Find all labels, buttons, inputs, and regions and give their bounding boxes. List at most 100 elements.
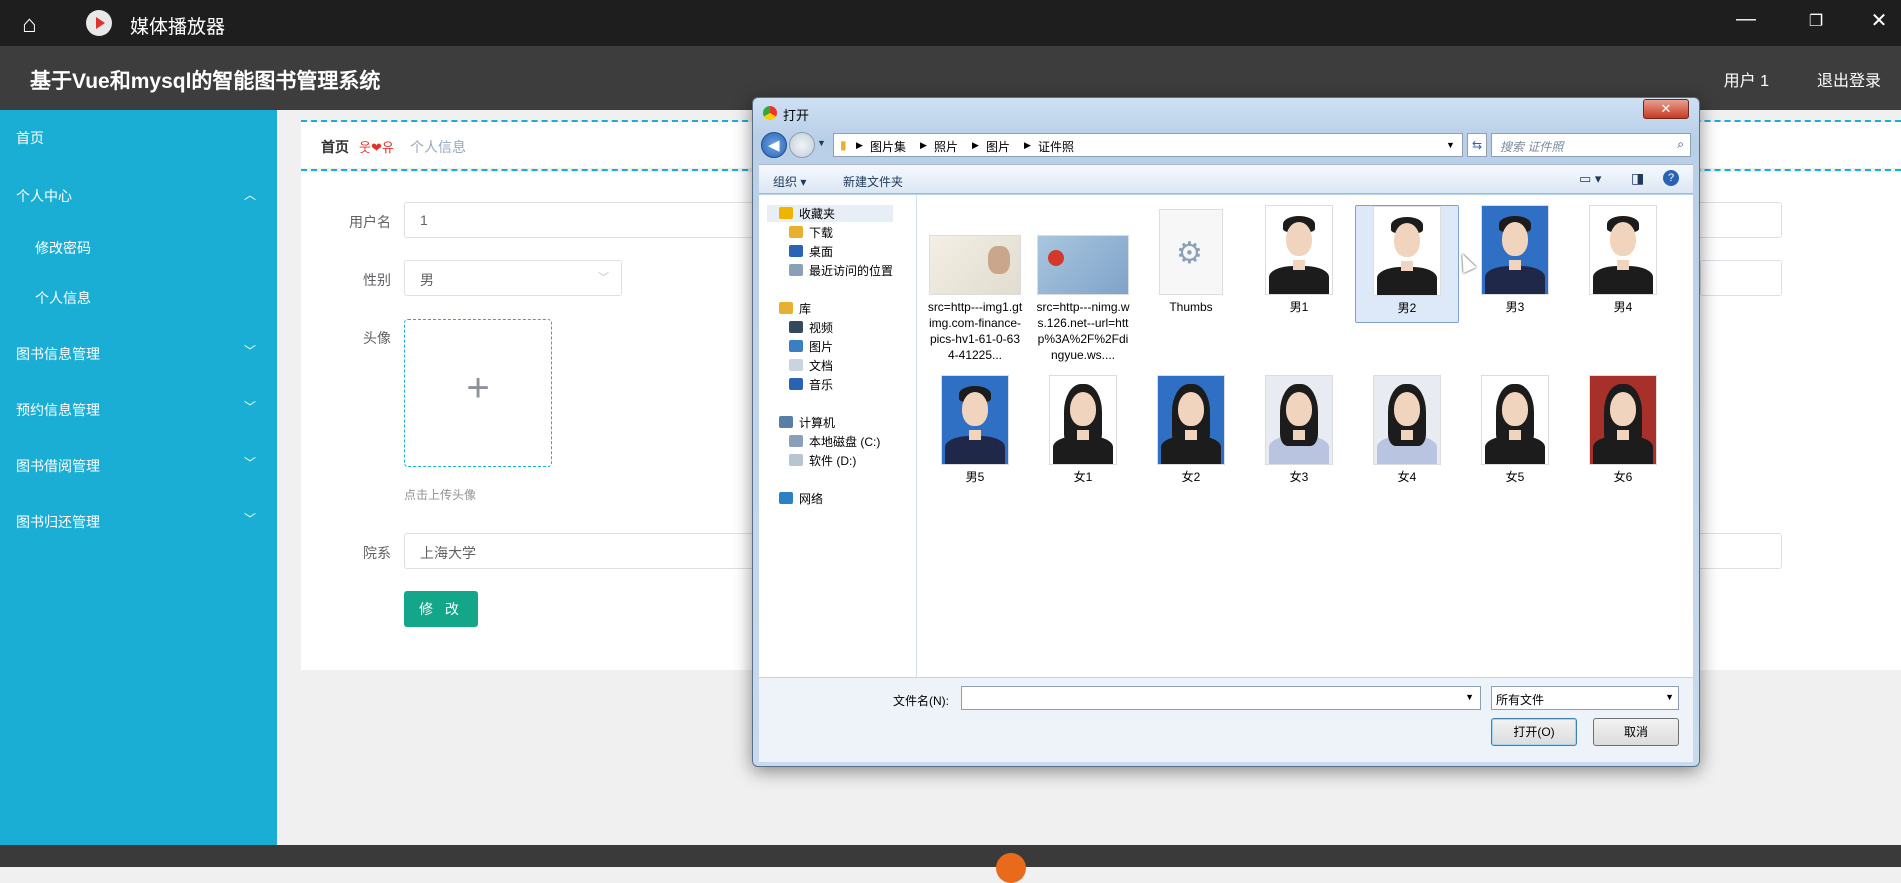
back-button[interactable]: ◀ [761, 132, 787, 158]
breadcrumb-home[interactable]: 首页 [321, 137, 349, 157]
tree-item[interactable]: 图片 [789, 338, 833, 355]
open-button[interactable]: 打开(O) [1491, 718, 1577, 746]
play-progress-knob[interactable] [996, 853, 1026, 883]
chevron-down-icon[interactable]: ▼ [1465, 692, 1474, 702]
chevron-down-icon[interactable]: ﹀ [244, 398, 256, 415]
tree-item[interactable]: 软件 (D:) [789, 452, 856, 469]
tree-item-label: 收藏夹 [799, 207, 836, 221]
tree-item[interactable]: 计算机 [779, 414, 835, 431]
portrait-thumbnail [1589, 205, 1657, 295]
view-options-icon[interactable]: ▭ ▾ [1579, 171, 1601, 187]
sidebar-item-home[interactable]: 首页 [16, 128, 44, 148]
path-segment[interactable]: 证件照 [1038, 138, 1074, 155]
file-name: 男2 [1397, 301, 1417, 315]
portrait-thumbnail [1049, 375, 1117, 465]
sidebar-item-personal-info[interactable]: 个人信息 [35, 288, 91, 308]
sidebar-item-borrow[interactable]: 图书借阅管理 [16, 456, 100, 476]
file-item[interactable]: 女2 [1143, 375, 1239, 485]
chevron-down-icon[interactable]: ▼ [1446, 140, 1455, 150]
tree-item-label: 下载 [809, 226, 834, 240]
help-icon[interactable]: ? [1663, 170, 1679, 186]
breadcrumb-separator: 웃❤유 [359, 140, 394, 155]
filetype-select[interactable]: 所有文件 ▼ [1491, 686, 1679, 710]
chevron-down-icon[interactable]: ﹀ [244, 510, 256, 527]
tree-item[interactable]: 本地磁盘 (C:) [789, 433, 880, 450]
chevron-down-icon[interactable]: ﹀ [244, 454, 256, 471]
gender-value: 男 [420, 272, 434, 288]
sidebar-item-personal-center[interactable]: 个人中心 [16, 186, 72, 206]
sidebar-item-book-info[interactable]: 图书信息管理 [16, 344, 100, 364]
filename-input[interactable]: ▼ [961, 686, 1481, 710]
home-icon[interactable]: ⌂ [22, 11, 37, 39]
tree-item[interactable]: 文档 [789, 357, 833, 374]
computer-icon [779, 416, 793, 428]
restore-icon[interactable]: ❐ [1801, 11, 1831, 31]
tree-item-label: 最近访问的位置 [809, 264, 894, 278]
portrait-thumbnail [1265, 205, 1333, 295]
search-input[interactable]: 搜索 证件照 ⌕ [1491, 133, 1691, 157]
chevron-down-icon: ▼ [1665, 692, 1674, 702]
sidebar-item-return[interactable]: 图书归还管理 [16, 512, 100, 532]
forward-button[interactable] [789, 132, 815, 158]
sidebar-item-reservation[interactable]: 预约信息管理 [16, 400, 100, 420]
tree-item[interactable]: 音乐 [789, 376, 833, 393]
file-item[interactable]: 女1 [1035, 375, 1131, 485]
avatar-upload[interactable]: + [404, 319, 552, 467]
file-name: 女6 [1613, 470, 1633, 484]
desktop-icon [789, 245, 803, 257]
dialog-close-button[interactable]: ✕ [1643, 99, 1689, 119]
file-item[interactable]: 男2 [1355, 205, 1459, 323]
history-dropdown-icon[interactable]: ▼ [817, 138, 826, 148]
tree-item[interactable]: 网络 [779, 490, 823, 507]
favorites-star-icon [779, 207, 793, 219]
path-segment[interactable]: 图片 [986, 138, 1010, 155]
new-folder-button[interactable]: 新建文件夹 [843, 173, 903, 190]
path-segment[interactable]: 图片集 [870, 138, 906, 155]
file-item[interactable]: 女4 [1359, 375, 1455, 485]
portrait-thumbnail [1481, 375, 1549, 465]
chevron-right-icon: ▶ [1024, 140, 1031, 150]
organize-menu[interactable]: 组织 ▾ [773, 173, 806, 190]
address-bar[interactable]: ▮ ▶ 图片集 ▶ 照片 ▶ 图片 ▶ 证件照 ▼ [833, 133, 1463, 157]
update-button[interactable]: 修 改 [404, 591, 478, 627]
tree-item-label: 库 [799, 302, 812, 316]
refresh-icon[interactable]: ⇆ [1467, 133, 1487, 157]
file-item[interactable]: 女6 [1575, 375, 1671, 485]
portrait-thumbnail [1157, 375, 1225, 465]
settings-file-icon: ⚙ [1159, 209, 1223, 295]
close-icon[interactable]: ✕ [1864, 8, 1894, 33]
file-item[interactable]: 男4 [1575, 205, 1671, 315]
logout-link[interactable]: 退出登录 [1817, 67, 1881, 91]
file-item[interactable]: 男3 [1467, 205, 1563, 315]
gender-select[interactable]: 男 ﹀ [404, 260, 622, 296]
tree-item[interactable]: 桌面 [789, 243, 833, 260]
tree-item[interactable]: 最近访问的位置 [789, 262, 893, 279]
file-item[interactable]: 女5 [1467, 375, 1563, 485]
department-label: 院系 [363, 545, 391, 561]
tree-item[interactable]: 收藏夹 [767, 205, 893, 222]
minimize-icon[interactable]: — [1731, 8, 1761, 31]
media-player-logo-icon [86, 10, 112, 36]
system-title: 基于Vue和mysql的智能图书管理系统 [30, 70, 381, 93]
file-name: 女3 [1289, 470, 1309, 484]
arrow-left-icon: ◀ [768, 137, 780, 154]
file-item[interactable]: src=http---nimg.ws.126.net--url=http%3A%… [1035, 205, 1131, 363]
search-placeholder: 搜索 证件照 [1500, 140, 1564, 154]
file-item[interactable]: 男1 [1251, 205, 1347, 315]
pictures-icon [789, 340, 803, 352]
sidebar-item-change-password[interactable]: 修改密码 [35, 238, 91, 258]
tree-item[interactable]: 库 [779, 300, 811, 317]
path-segment[interactable]: 照片 [934, 138, 958, 155]
current-user[interactable]: 用户 1 [1724, 67, 1769, 91]
file-item[interactable]: 女3 [1251, 375, 1347, 485]
preview-pane-icon[interactable]: ◨ [1631, 170, 1644, 187]
chevron-down-icon[interactable]: ﹀ [244, 342, 256, 359]
file-item[interactable]: src=http---img1.gtimg.com-finance-pics-h… [927, 205, 1023, 363]
file-item[interactable]: 男5 [927, 375, 1023, 485]
cancel-button[interactable]: 取消 [1593, 718, 1679, 746]
chrome-icon [763, 106, 777, 120]
tree-item[interactable]: 下载 [789, 224, 833, 241]
file-item[interactable]: ⚙ Thumbs [1143, 205, 1239, 315]
tree-item[interactable]: 视频 [789, 319, 833, 336]
chevron-up-icon[interactable]: ︿ [244, 186, 256, 203]
